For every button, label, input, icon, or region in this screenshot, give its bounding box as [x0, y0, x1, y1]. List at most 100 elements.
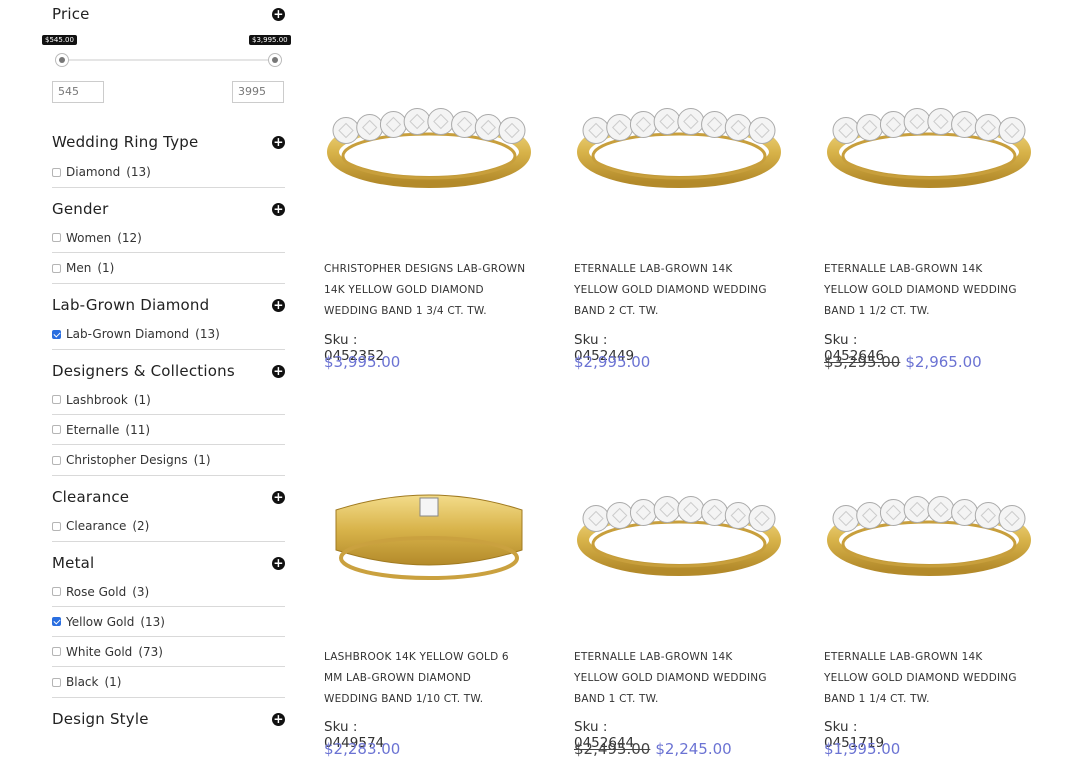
product-name-line: BAND 1 CT. TW. [574, 693, 659, 705]
product-name[interactable]: ETERNALLE LAB-GROWN 14K YELLOW GOLD DIAMO… [824, 259, 1049, 322]
lab-grown-header[interactable]: Lab-Grown Diamond + [52, 295, 285, 315]
product-name[interactable]: CHRISTOPHER DESIGNS LAB-GROWN 14K YELLOW … [324, 259, 549, 322]
filter-option-black[interactable]: Black (1) [52, 667, 285, 697]
filter-title: Wedding Ring Type [52, 133, 199, 151]
filter-option-lashbrook[interactable]: Lashbrook (1) [52, 385, 285, 415]
design-style-header[interactable]: Design Style + [52, 709, 285, 729]
filter-group-design-style: Design Style + [52, 709, 285, 729]
sale-price: $3,995.00 [324, 353, 401, 371]
product-name[interactable]: ETERNALLE LAB-GROWN 14K YELLOW GOLD DIAMO… [824, 647, 1049, 710]
filter-title: Lab-Grown Diamond [52, 296, 210, 314]
wedding-ring-type-header[interactable]: Wedding Ring Type + [52, 132, 285, 152]
product-image[interactable] [574, 72, 784, 202]
filter-option-yellow-gold[interactable]: Yellow Gold (13) [52, 607, 285, 637]
option-count: (1) [104, 675, 122, 689]
product-image[interactable] [574, 460, 784, 590]
checkbox-icon[interactable] [52, 677, 61, 687]
sale-price: $2,245.00 [655, 740, 732, 758]
product-name-line: WEDDING BAND 1 3/4 CT. TW. [324, 305, 487, 317]
gender-header[interactable]: Gender + [52, 199, 285, 219]
product-image[interactable] [824, 72, 1034, 202]
filter-sidebar: Price + $545.00 $3,995.00 545 3995 Weddi… [42, 0, 291, 729]
expand-plus-icon[interactable]: + [272, 490, 285, 504]
filter-title: Designers & Collections [52, 362, 235, 380]
checkbox-icon[interactable] [52, 647, 61, 656]
product-name[interactable]: ETERNALLE LAB-GROWN 14K YELLOW GOLD DIAMO… [574, 647, 799, 710]
option-count: (1) [97, 261, 115, 275]
checkbox-icon[interactable] [52, 455, 61, 465]
expand-plus-icon[interactable]: + [272, 364, 285, 378]
filter-group-clearance: Clearance + Clearance (2) [52, 487, 285, 542]
checkbox-checked-icon[interactable] [52, 329, 61, 339]
price-slider-max-handle[interactable] [268, 53, 282, 67]
option-label: Women [66, 230, 112, 245]
metal-header[interactable]: Metal + [52, 553, 285, 573]
product-name-line: BAND 2 CT. TW. [574, 305, 659, 317]
original-price: $2,495.00 [574, 740, 651, 758]
product-name[interactable]: LASHBROOK 14K YELLOW GOLD 6 MM LAB-GROWN … [324, 647, 549, 710]
product-name-line: 14K YELLOW GOLD DIAMOND [324, 284, 484, 296]
checkbox-checked-icon[interactable] [52, 617, 61, 626]
option-label: Yellow Gold [66, 614, 135, 629]
price-slider-min-handle[interactable] [55, 53, 69, 67]
product-name-line: ETERNALLE LAB-GROWN 14K [824, 651, 983, 663]
expand-plus-icon[interactable]: + [272, 298, 285, 312]
option-label: Diamond [66, 165, 121, 179]
option-count: (13) [195, 327, 220, 341]
filter-option-eternalle[interactable]: Eternalle (11) [52, 415, 285, 445]
product-price-block: $3,295.00 $2,965.00 [824, 353, 982, 371]
filter-option-clearance[interactable]: Clearance (2) [52, 511, 285, 541]
filter-title: Design Style [52, 710, 149, 728]
price-max-tag: $3,995.00 [249, 35, 291, 45]
product-name-line: CHRISTOPHER DESIGNS LAB-GROWN [324, 263, 526, 275]
product-image[interactable] [324, 460, 534, 590]
filter-option-women[interactable]: Women (12) [52, 223, 285, 253]
option-label: Lashbrook [66, 392, 128, 407]
expand-plus-icon[interactable]: + [272, 712, 285, 726]
original-price: $3,295.00 [824, 353, 901, 371]
filter-option-lab-grown[interactable]: Lab-Grown Diamond (13) [52, 319, 285, 349]
product-name-line: ETERNALLE LAB-GROWN 14K [574, 263, 733, 275]
option-count: (13) [126, 165, 151, 179]
checkbox-icon[interactable] [52, 521, 61, 531]
filter-option-white-gold[interactable]: White Gold (73) [52, 637, 285, 667]
product-image[interactable] [824, 460, 1034, 590]
price-slider-track[interactable] [62, 59, 275, 61]
designers-header[interactable]: Designers & Collections + [52, 361, 285, 381]
product-image[interactable] [324, 72, 534, 202]
option-count: (73) [138, 644, 163, 659]
checkbox-icon[interactable] [52, 425, 61, 434]
filter-option-men[interactable]: Men (1) [52, 253, 285, 283]
filter-option-christopher-designs[interactable]: Christopher Designs (1) [52, 445, 285, 475]
expand-plus-icon[interactable]: + [272, 556, 285, 570]
price-max-input[interactable]: 3995 [232, 81, 284, 103]
product-name-line: MM LAB-GROWN DIAMOND [324, 672, 472, 684]
option-label: Lab-Grown Diamond [66, 327, 190, 341]
option-label: Eternalle [66, 422, 120, 437]
filter-title: Clearance [52, 488, 130, 506]
product-name-line: YELLOW GOLD DIAMOND WEDDING [574, 284, 767, 296]
price-filter-header[interactable]: Price + [52, 5, 285, 23]
filter-option-diamond[interactable]: Diamond (13) [52, 157, 285, 187]
filter-group-wedding-ring-type: Wedding Ring Type + Diamond (13) [52, 132, 285, 188]
checkbox-icon[interactable] [52, 233, 61, 242]
checkbox-icon[interactable] [52, 587, 61, 596]
expand-plus-icon[interactable]: + [272, 7, 285, 21]
checkbox-icon[interactable] [52, 395, 61, 404]
product-name-line: YELLOW GOLD DIAMOND WEDDING [824, 284, 1017, 296]
option-count: (3) [132, 584, 150, 599]
product-name-line: ETERNALLE LAB-GROWN 14K [574, 651, 733, 663]
product-name-line: LASHBROOK 14K YELLOW GOLD 6 [324, 651, 509, 663]
product-name-line: YELLOW GOLD DIAMOND WEDDING [824, 672, 1017, 684]
clearance-header[interactable]: Clearance + [52, 487, 285, 507]
expand-plus-icon[interactable]: + [272, 202, 285, 216]
checkbox-icon[interactable] [52, 167, 61, 177]
checkbox-icon[interactable] [52, 263, 61, 273]
expand-plus-icon[interactable]: + [272, 135, 285, 149]
product-name[interactable]: ETERNALLE LAB-GROWN 14K YELLOW GOLD DIAMO… [574, 259, 799, 322]
option-label: White Gold [66, 644, 133, 659]
sale-price: $2,283.00 [324, 740, 401, 758]
filter-option-rose-gold[interactable]: Rose Gold (3) [52, 577, 285, 607]
price-min-input[interactable]: 545 [52, 81, 104, 103]
price-filter-title: Price [52, 5, 90, 23]
